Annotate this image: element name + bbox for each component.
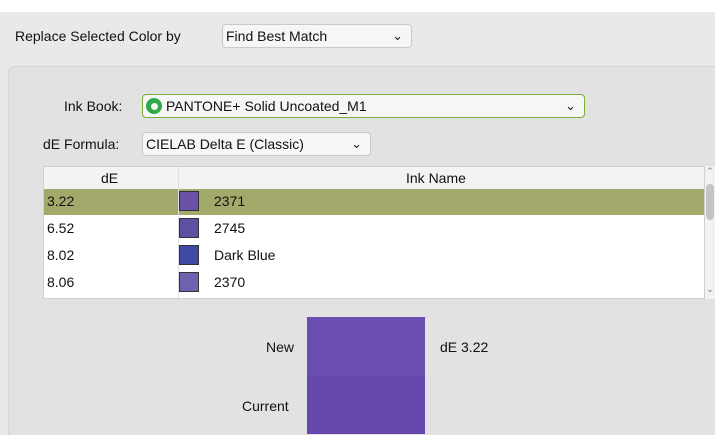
ink-match-table: dE Ink Name 3.22 2371 6.52 2745 8.02 Dar… [43,166,705,299]
de-difference-text: dE 3.22 [440,339,489,355]
current-label: Current [242,398,289,414]
ink-name: Dark Blue [214,247,276,263]
ink-name: 2745 [214,220,246,236]
table-header: dE Ink Name [44,167,704,190]
ink-book-dropdown[interactable]: PANTONE+ Solid Uncoated_M1 ⌄ [142,94,585,118]
table-row[interactable]: 6.52 2745 [44,216,704,242]
top-strip [0,0,715,12]
scroll-down-icon[interactable]: ⌄ [705,284,715,295]
current-color-swatch [307,376,425,434]
scroll-up-icon[interactable]: ⌃ [705,166,715,177]
ink-book-value: PANTONE+ Solid Uncoated_M1 [166,98,367,114]
replace-method-dropdown[interactable]: Find Best Match ⌄ [222,24,412,48]
table-row[interactable]: 8.06 2370 [44,270,704,296]
chevron-down-icon: ⌄ [392,28,403,43]
ink-book-label: Ink Book: [64,98,123,114]
scrollbar-thumb[interactable] [706,184,714,220]
ink-name: 2370 [214,274,246,290]
de-formula-label: dE Formula: [43,136,120,152]
de-value: 8.06 [47,274,75,290]
table-scrollbar[interactable]: ⌃ ⌄ [705,166,715,299]
de-value: 6.52 [47,220,75,236]
column-divider [178,167,179,298]
chevron-down-icon: ⌄ [565,98,576,113]
column-header-ink-name[interactable]: Ink Name [406,170,466,186]
replace-label: Replace Selected Color by [15,28,181,44]
pantone-icon [146,98,162,114]
ink-swatch [179,218,199,238]
ink-name: 2371 [214,193,246,209]
new-label: New [266,339,295,355]
de-formula-dropdown[interactable]: CIELAB Delta E (Classic) ⌄ [142,132,371,156]
ink-swatch [179,245,199,265]
table-row[interactable]: 3.22 2371 [44,189,704,215]
chevron-down-icon: ⌄ [351,136,362,151]
de-formula-value: CIELAB Delta E (Classic) [146,136,304,152]
ink-swatch [179,272,199,292]
column-header-de[interactable]: dE [101,170,118,186]
de-value: 8.02 [47,247,75,263]
de-value: 3.22 [47,193,75,209]
new-color-swatch [307,317,425,376]
table-row[interactable]: 8.02 Dark Blue [44,243,704,269]
color-preview [307,317,425,434]
ink-swatch [179,191,199,211]
replace-method-value: Find Best Match [226,28,328,44]
